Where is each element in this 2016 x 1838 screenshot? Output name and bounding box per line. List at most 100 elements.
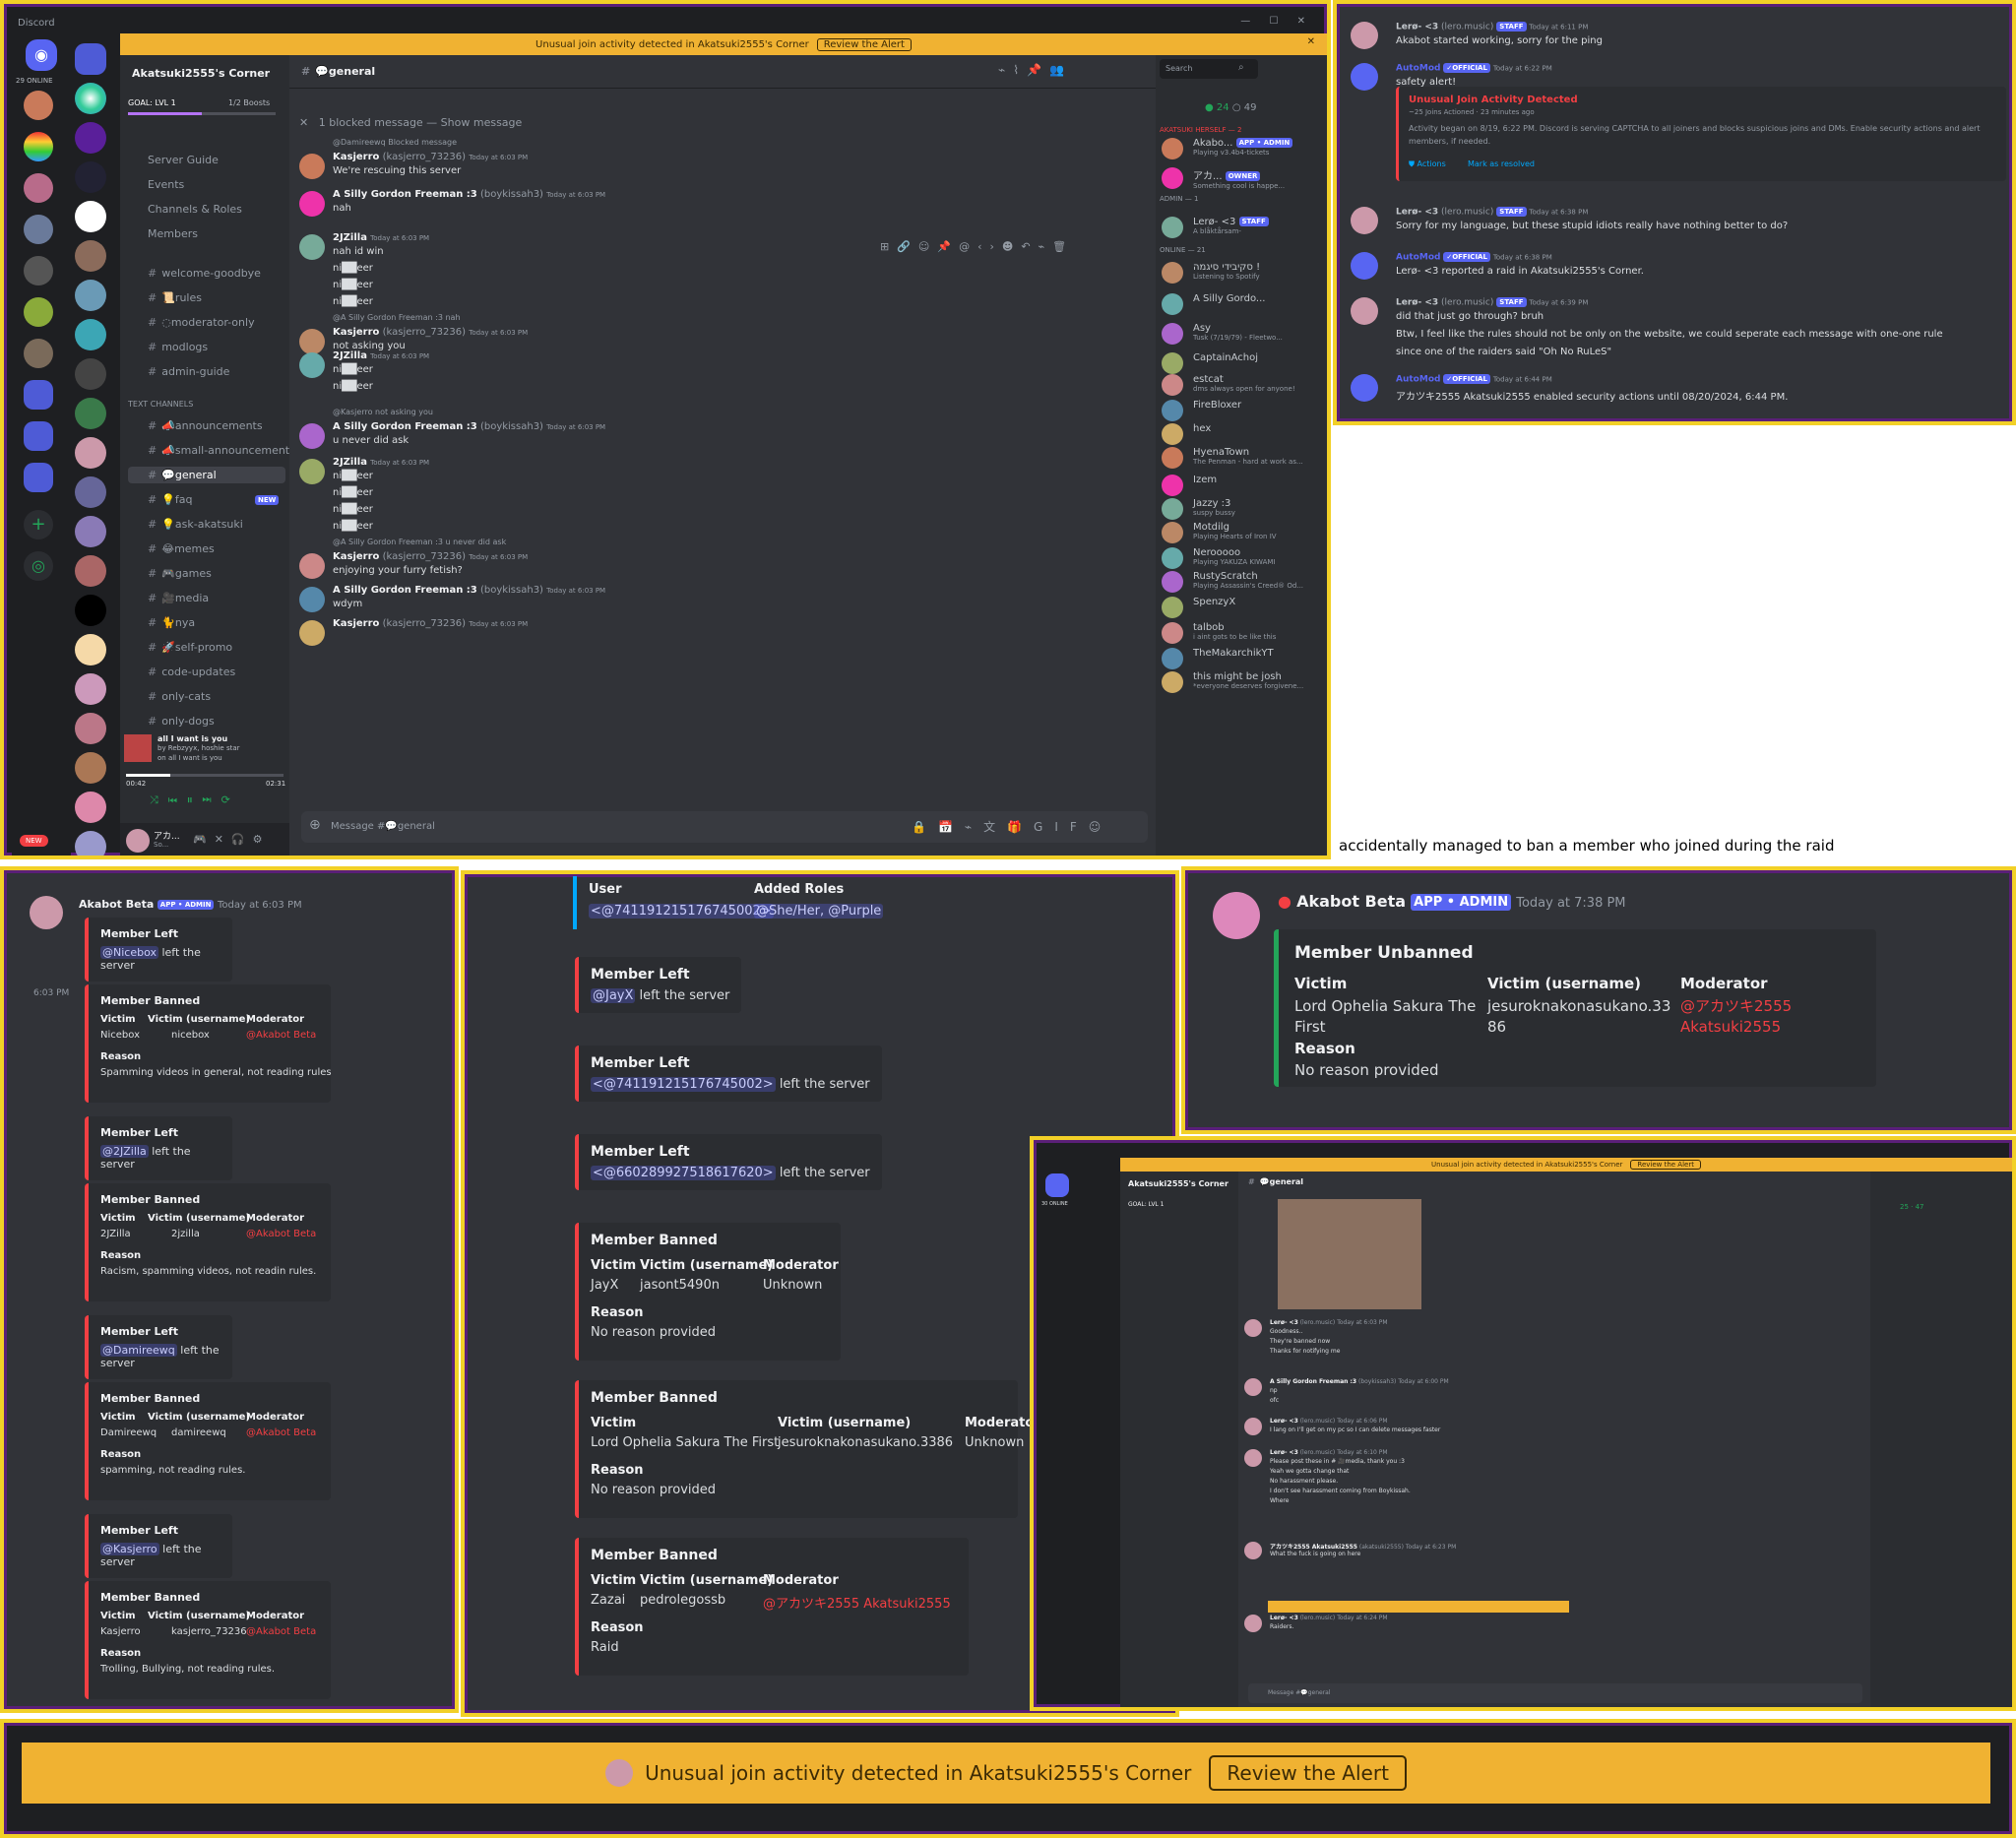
user-mention[interactable]: @Kasjerro — [100, 1543, 159, 1555]
discover-icon[interactable]: ◎ — [24, 551, 53, 581]
server-icon[interactable] — [75, 595, 106, 626]
server-icon[interactable] — [75, 673, 106, 705]
dm-avatar[interactable] — [24, 173, 53, 203]
server-icon[interactable] — [75, 516, 106, 547]
member-item[interactable]: Izem — [1156, 473, 1323, 498]
member-item[interactable]: A Silly Gordo... — [1156, 291, 1323, 317]
channel-item[interactable]: # only-dogs — [148, 715, 215, 728]
server-icon[interactable] — [75, 161, 106, 193]
author-name[interactable]: AutoMod — [1396, 375, 1440, 385]
bot-avatar[interactable] — [30, 896, 63, 929]
blocked-notice[interactable]: ✕ 1 blocked message — Show message — [299, 116, 522, 129]
channel-item[interactable]: # modlogs — [148, 341, 208, 353]
moderator-mention[interactable]: @Akabot Beta — [246, 1030, 316, 1041]
avatar[interactable] — [1244, 1449, 1262, 1467]
nav-events[interactable]: Events — [148, 178, 184, 191]
author-name[interactable]: Kasjerro — [333, 152, 379, 162]
add-server-icon[interactable]: + — [24, 510, 53, 539]
avatar[interactable] — [1162, 374, 1183, 396]
folder-icon[interactable] — [24, 380, 53, 410]
attached-image[interactable] — [1278, 1199, 1421, 1309]
author-name[interactable]: Lerø- <3 — [1396, 298, 1438, 308]
avatar[interactable] — [1244, 1378, 1262, 1396]
discord-home-icon[interactable] — [1045, 1173, 1069, 1197]
window-controls[interactable]: — ☐ ✕ — [1240, 16, 1313, 27]
server-icon[interactable] — [75, 476, 106, 508]
author-name[interactable]: アカツキ2555 Akatsuki2555 — [1270, 1544, 1357, 1551]
server-icon[interactable] — [75, 752, 106, 784]
reply-preview[interactable]: @Kasjerro not asking you — [333, 408, 433, 416]
server-icon[interactable] — [75, 240, 106, 272]
member-item[interactable]: Lerø- <3 STAFF A blåktårsam- — [1156, 215, 1323, 240]
author-name[interactable]: A Silly Gordon Freeman :3 — [333, 189, 477, 200]
member-item[interactable]: סקיבידי סיגמה ! Listening to Spotify — [1156, 260, 1323, 285]
member-item[interactable]: Nerooooo Playing YAKUZA KIWAMI — [1156, 545, 1323, 571]
dm-avatar[interactable] — [24, 132, 53, 161]
avatar[interactable] — [1351, 63, 1378, 91]
user-mention[interactable]: <@741191215176745002> — [589, 904, 774, 919]
server-icon[interactable] — [75, 280, 106, 311]
server-icon[interactable] — [75, 634, 106, 665]
member-item[interactable]: estcat dms always open for anyone! — [1156, 372, 1323, 398]
channel-item[interactable]: # 🚀self-promo — [148, 641, 232, 654]
message-input[interactable]: Message #💬general — [1248, 1683, 1862, 1703]
message-input[interactable]: ⊕ Message #💬general 🔒📅⌁文🎁GIF☺ — [301, 811, 1148, 843]
server-icon[interactable] — [75, 319, 106, 350]
avatar[interactable] — [1162, 167, 1183, 189]
user-mention[interactable]: @Nicebox — [100, 946, 158, 959]
author-name[interactable]: Lerø- <3 — [1270, 1615, 1298, 1621]
nav-members[interactable]: Members — [148, 227, 198, 240]
avatar[interactable] — [299, 352, 325, 378]
avatar[interactable] — [1244, 1319, 1262, 1337]
author-name[interactable]: A Silly Gordon Freeman :3 — [333, 421, 477, 432]
server-icon[interactable] — [75, 555, 106, 587]
member-item[interactable]: RustyScratch Playing Assassin's Creed® Od… — [1156, 569, 1323, 595]
server-folder-icon[interactable] — [75, 43, 106, 75]
server-icon[interactable] — [75, 792, 106, 823]
channel-item[interactable]: # 📣small-announcements — [148, 444, 295, 457]
avatar[interactable] — [1162, 648, 1183, 669]
avatar[interactable] — [1162, 138, 1183, 159]
server-name[interactable]: Akatsuki2555's Corner — [132, 67, 270, 80]
avatar[interactable] — [1162, 571, 1183, 593]
user-controls[interactable]: 🎮✕🎧⚙ — [193, 833, 270, 846]
avatar[interactable] — [299, 620, 325, 646]
author-name[interactable]: 2JZilla — [333, 232, 367, 243]
channel-item[interactable]: # admin-guide — [148, 365, 229, 378]
avatar[interactable] — [1162, 597, 1183, 618]
channel-item[interactable]: # 💡ask-akatsuki — [148, 518, 243, 531]
member-item[interactable]: TheMakarchikYT — [1156, 646, 1323, 671]
avatar[interactable] — [1162, 262, 1183, 284]
actions-link[interactable]: ⛊ Actions — [1409, 159, 1446, 169]
boost-count[interactable]: 1/2 Boosts — [228, 98, 270, 107]
user-mention[interactable]: @JayX — [591, 988, 636, 1003]
avatar[interactable] — [299, 423, 325, 449]
avatar[interactable] — [299, 154, 325, 179]
member-item[interactable]: Motdilg Playing Hearts of Iron IV — [1156, 520, 1323, 545]
author-name[interactable]: Lerø- <3 — [1396, 23, 1438, 32]
moderator-mention[interactable]: @アカツキ2555 Akatsuki2555 — [1680, 996, 1867, 1038]
author-name[interactable]: 2JZilla — [333, 350, 367, 361]
avatar[interactable] — [1162, 547, 1183, 569]
boost-goal[interactable]: GOAL: LVL 1 — [128, 98, 176, 107]
channel-item[interactable]: # 😂memes — [148, 542, 215, 555]
member-item[interactable]: this might be josh *everyone deserves for… — [1156, 669, 1323, 695]
author-name[interactable]: Kasjerro — [333, 327, 379, 338]
member-item[interactable]: アカ... OWNER Something cool is happe... — [1156, 165, 1323, 191]
server-icon[interactable] — [75, 713, 106, 744]
channel-item[interactable]: # code-updates — [148, 665, 235, 678]
member-item[interactable]: Jazzy :3 suspy bussy — [1156, 496, 1323, 522]
avatar[interactable] — [1244, 1418, 1262, 1435]
close-icon[interactable]: ✕ — [1307, 36, 1315, 47]
nav-server-guide[interactable]: Server Guide — [148, 154, 219, 166]
channel-item[interactable]: # 📜rules — [148, 291, 202, 304]
avatar[interactable] — [299, 553, 325, 579]
avatar[interactable] — [299, 234, 325, 260]
channel-item[interactable]: # ◌moderator-only — [148, 316, 255, 329]
reply-preview[interactable]: @A Silly Gordon Freeman :3 u never did a… — [333, 538, 506, 546]
category-text-channels[interactable]: TEXT CHANNELS — [128, 400, 193, 409]
member-item[interactable]: Akabo... APP • ADMIN Playing v3.4b4-ticke… — [1156, 136, 1323, 161]
author-name[interactable]: Lerø- <3 — [1270, 1449, 1298, 1456]
message-toolbar[interactable]: ⊞🔗☺📌@‹›☻↶⌁🗑 — [880, 240, 1074, 253]
moderator-mention[interactable]: @Akabot Beta — [246, 1229, 316, 1239]
